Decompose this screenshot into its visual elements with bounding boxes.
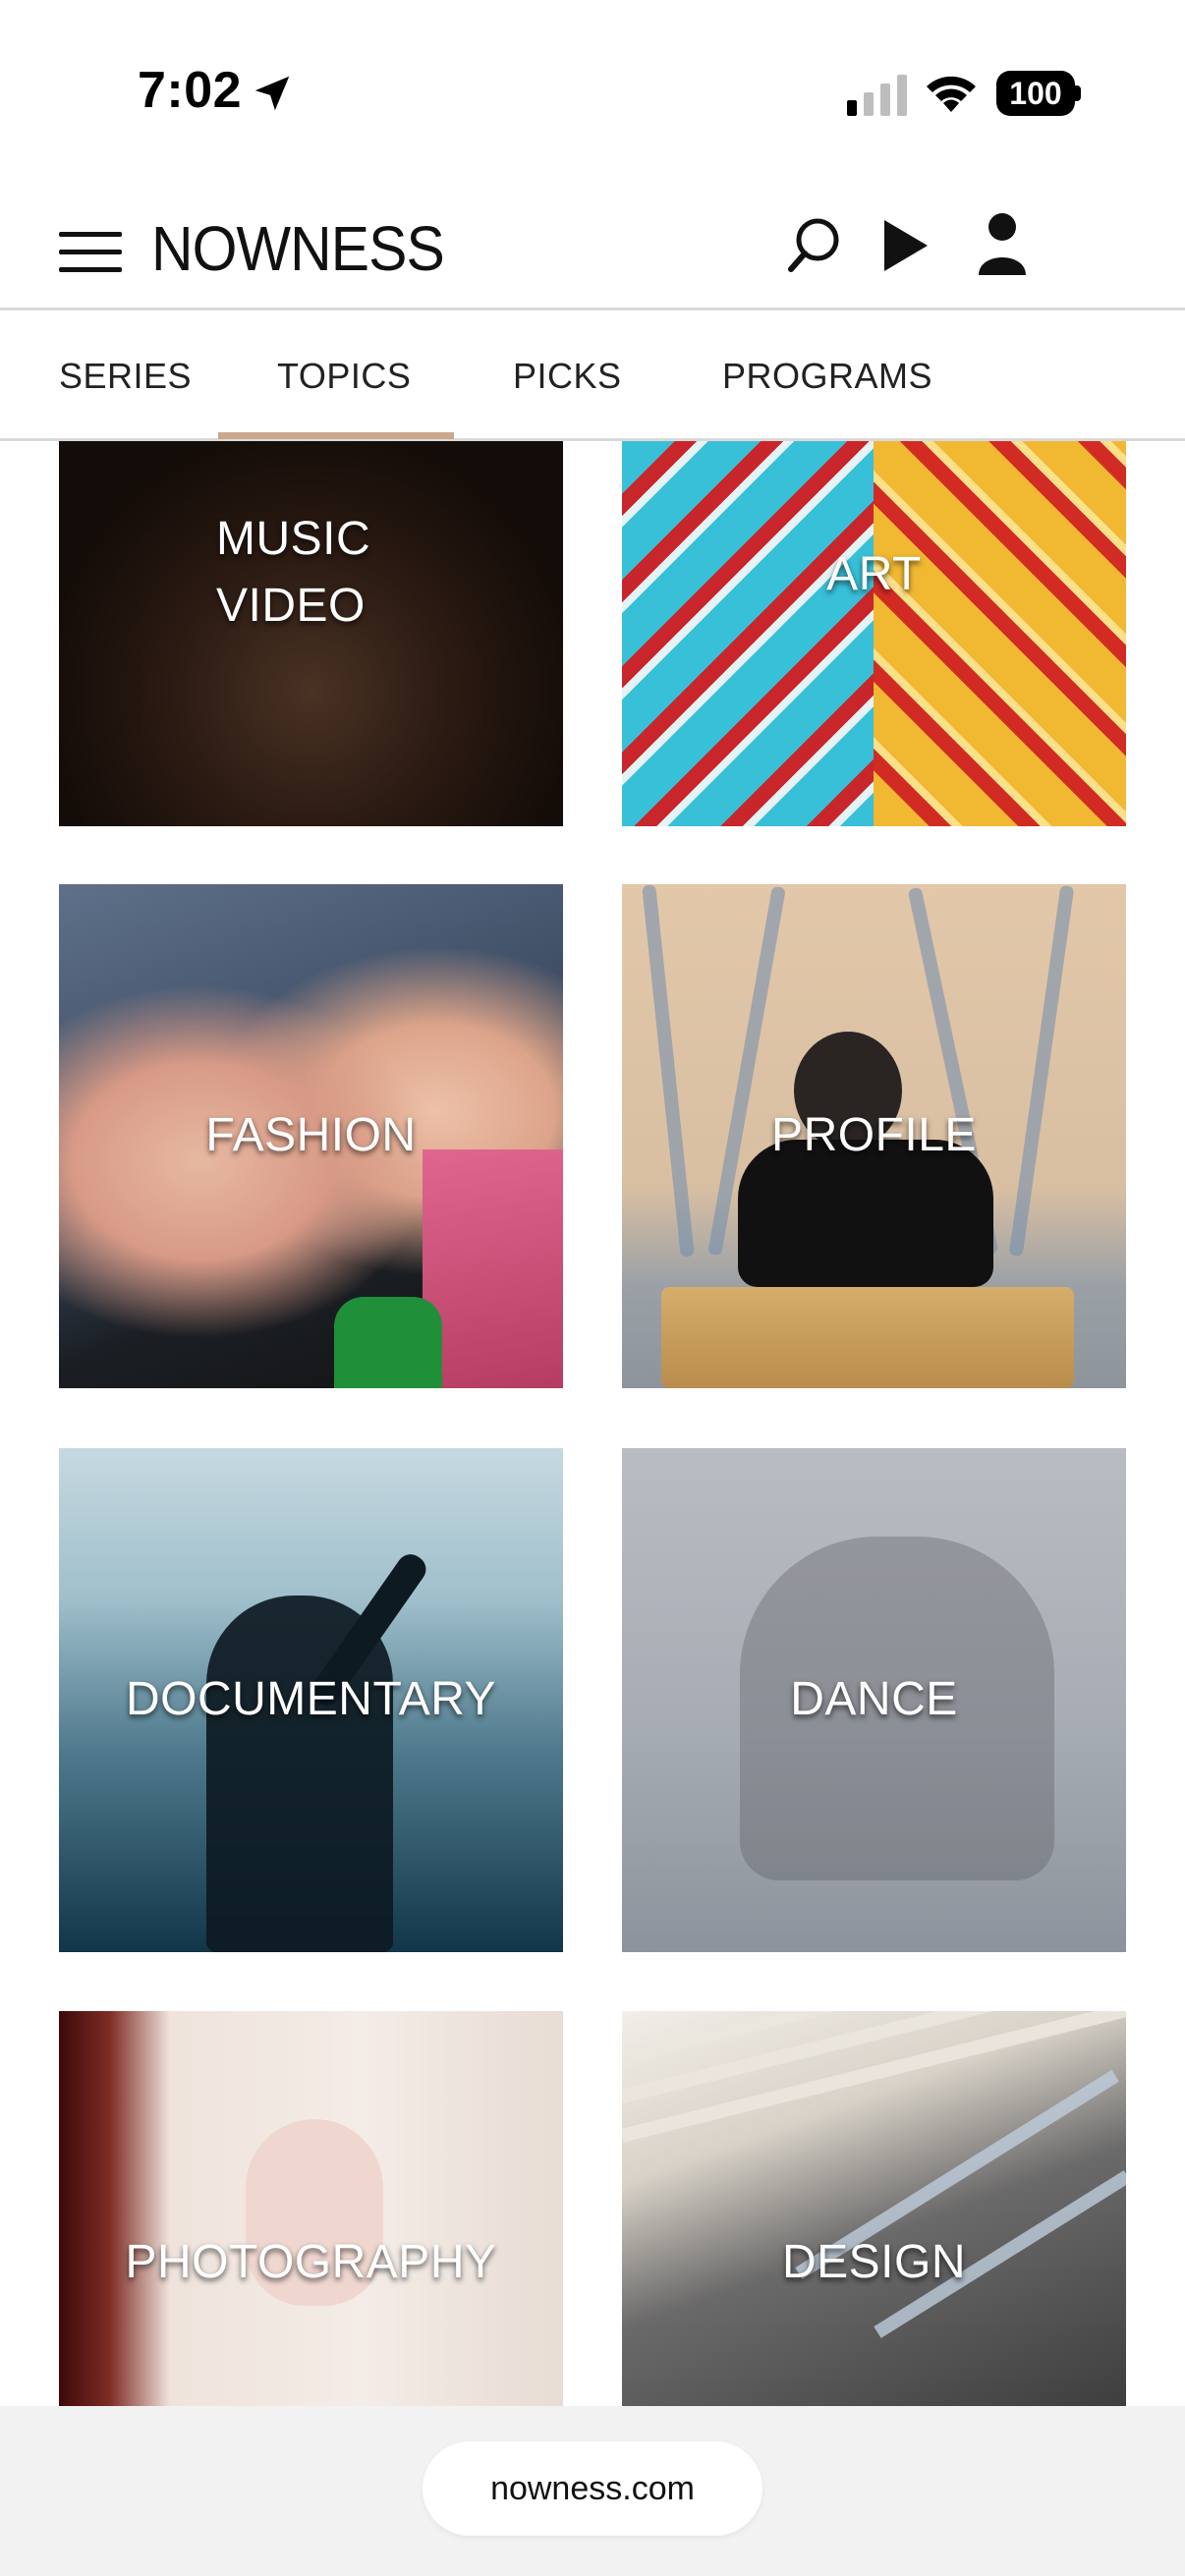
tab-topics[interactable]: TOPICS (277, 313, 411, 441)
topic-label: FASHION (205, 1109, 417, 1161)
topic-tile-design[interactable]: DESIGN (622, 2011, 1126, 2406)
topic-label-line-1: MUSIC (216, 513, 371, 565)
topic-label: MUSIC VIDEO (216, 506, 370, 640)
menu-icon[interactable] (59, 228, 122, 275)
browser-bottom-bar: nowness.com (0, 2406, 1185, 2576)
tab-programs[interactable]: PROGRAMS (722, 313, 932, 441)
topic-label: DANCE (790, 1673, 958, 1725)
topic-label: PROFILE (771, 1109, 977, 1161)
active-tab-indicator (218, 432, 454, 439)
battery-icon: 100 (996, 71, 1081, 116)
topic-tile-fashion[interactable]: FASHION (59, 884, 563, 1388)
topic-label: DESIGN (781, 2236, 967, 2288)
topic-tile-photography[interactable]: PHOTOGRAPHY (59, 2011, 563, 2406)
topic-label: PHOTOGRAPHY (125, 2236, 497, 2288)
topics-grid: MUSIC VIDEO ART FASHION PROFILE DOCUMENT… (0, 441, 1185, 2406)
cellular-signal-icon (847, 75, 907, 116)
tab-series[interactable]: SERIES (59, 313, 192, 441)
topic-label: DOCUMENTARY (125, 1673, 497, 1725)
location-arrow-icon (254, 76, 290, 111)
user-icon[interactable] (977, 212, 1028, 277)
topic-tabs: SERIES TOPICS PICKS PROGRAMS (0, 313, 1185, 441)
topic-label: ART (826, 548, 922, 600)
search-icon[interactable] (786, 216, 841, 275)
status-time: 7:02 (138, 62, 243, 119)
tab-picks[interactable]: PICKS (513, 313, 622, 441)
play-icon[interactable] (882, 218, 930, 273)
wifi-icon (927, 76, 976, 112)
logo[interactable]: NOWNESS (151, 212, 445, 285)
url-address-pill[interactable]: nowness.com (423, 2441, 762, 2536)
topic-label-line-2: VIDEO (216, 580, 366, 632)
topic-tile-music-video[interactable]: MUSIC VIDEO (59, 441, 563, 826)
topic-tile-art[interactable]: ART (622, 441, 1126, 826)
battery-level: 100 (1009, 76, 1062, 111)
status-bar: 7:02 100 (0, 0, 1185, 187)
topic-tile-profile[interactable]: PROFILE (622, 884, 1126, 1388)
topic-tile-dance[interactable]: DANCE (622, 1448, 1126, 1952)
site-header: NOWNESS (0, 187, 1185, 310)
topic-tile-documentary[interactable]: DOCUMENTARY (59, 1448, 563, 1952)
